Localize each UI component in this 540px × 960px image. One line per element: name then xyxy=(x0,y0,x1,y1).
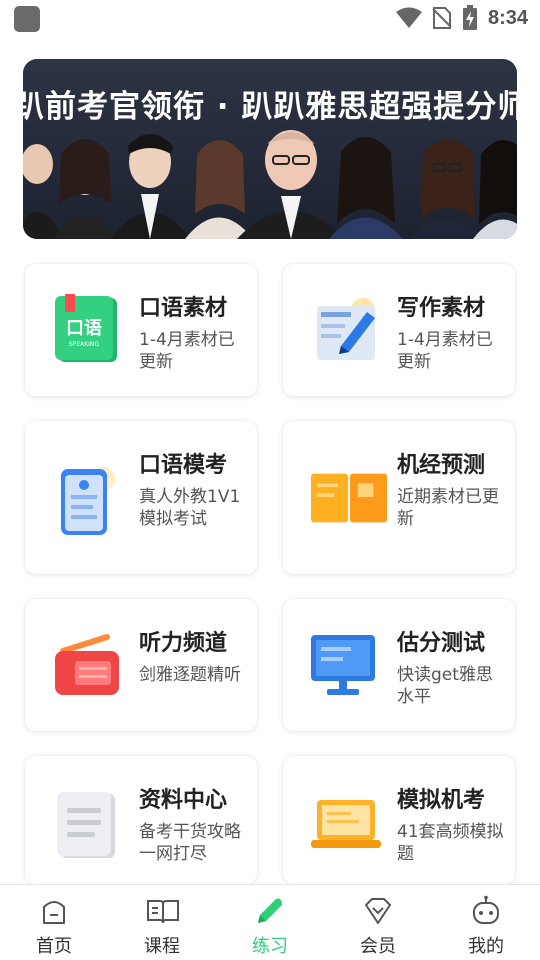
profile-robot-icon xyxy=(473,895,499,924)
speaking-book-icon: 口语 SPEAKING xyxy=(55,294,117,362)
phone-mock-icon xyxy=(61,467,115,535)
card-resource-center[interactable]: 资料中心 备考干货攻略一网打尽 xyxy=(25,756,257,884)
card-desc: 真人外教1V1模拟考试 xyxy=(139,487,241,529)
nav-label: 课程 xyxy=(144,936,180,957)
banner-title: 趴前考官领衔 · 趴趴雅思超强提分师资团 xyxy=(23,89,517,125)
card-speaking-mock[interactable]: 口语模考 真人外教1V1模拟考试 xyxy=(25,421,257,574)
card-writing-material[interactable]: 写作素材 1-4月素材已更新 xyxy=(283,264,515,396)
card-title: 写作素材 xyxy=(397,296,486,321)
card-title: 听力频道 xyxy=(139,631,228,656)
card-title: 模拟机考 xyxy=(397,788,486,813)
radio-icon xyxy=(55,634,119,695)
wifi-icon xyxy=(395,7,422,28)
course-book-icon xyxy=(147,900,179,924)
card-title: 口语素材 xyxy=(139,296,228,321)
nav-item-courses[interactable]: 课程 xyxy=(108,885,216,960)
card-title: 机经预测 xyxy=(397,453,486,478)
battery-charging-icon xyxy=(462,5,477,30)
bottom-nav: 首页 课程 练习 会员 我的 xyxy=(0,884,540,960)
card-desc: 1-4月素材已更新 xyxy=(139,330,235,372)
card-title: 估分测试 xyxy=(397,631,486,656)
vip-diamond-icon xyxy=(365,898,391,924)
home-icon xyxy=(43,901,65,924)
card-listening[interactable]: 听力频道 剑雅逐题精听 xyxy=(25,599,257,731)
nav-item-home[interactable]: 首页 xyxy=(0,885,108,960)
card-desc: 41套高频模拟题 xyxy=(397,822,504,864)
card-title: 口语模考 xyxy=(139,453,228,478)
laptop-icon xyxy=(311,800,381,848)
nav-item-profile[interactable]: 我的 xyxy=(432,885,540,960)
card-desc: 快读get雅思水平 xyxy=(397,665,493,707)
monitor-icon xyxy=(311,635,375,695)
app-icon xyxy=(14,6,40,32)
writing-pen-icon xyxy=(317,298,375,360)
nav-item-vip[interactable]: 会员 xyxy=(324,885,432,960)
status-time: 8:34 xyxy=(487,6,528,29)
document-icon xyxy=(57,792,115,858)
nav-label: 我的 xyxy=(468,936,504,957)
status-bar: 8:34 xyxy=(0,0,540,36)
card-score-test[interactable]: 估分测试 快读get雅思水平 xyxy=(283,599,515,731)
card-mock-exam[interactable]: 模拟机考 41套高频模拟题 xyxy=(283,756,515,884)
nav-item-practice[interactable]: 练习 xyxy=(216,885,324,960)
speaking-icon-sub: SPEAKING xyxy=(69,341,100,348)
no-sim-icon xyxy=(432,7,452,29)
card-forecast[interactable]: 机经预测 近期素材已更新 xyxy=(283,421,515,574)
card-desc: 剑雅逐题精听 xyxy=(139,665,241,685)
status-icons: 8:34 xyxy=(395,4,528,32)
speaking-icon-label: 口语 xyxy=(66,318,102,339)
nav-label: 练习 xyxy=(252,936,288,957)
card-desc: 近期素材已更新 xyxy=(397,487,499,529)
teacher-photos xyxy=(23,130,517,239)
forecast-book-icon xyxy=(311,473,388,523)
promo-banner[interactable]: 趴前考官领衔 · 趴趴雅思超强提分师资团 xyxy=(23,59,517,239)
card-title: 资料中心 xyxy=(139,788,228,813)
card-desc: 备考干货攻略一网打尽 xyxy=(139,822,241,864)
practice-pen-icon xyxy=(258,898,282,923)
nav-label: 首页 xyxy=(36,936,72,957)
nav-label: 会员 xyxy=(360,936,396,957)
card-speaking-material[interactable]: 口语 SPEAKING 口语素材 1-4月素材已更新 xyxy=(25,264,257,396)
card-desc: 1-4月素材已更新 xyxy=(397,330,493,372)
